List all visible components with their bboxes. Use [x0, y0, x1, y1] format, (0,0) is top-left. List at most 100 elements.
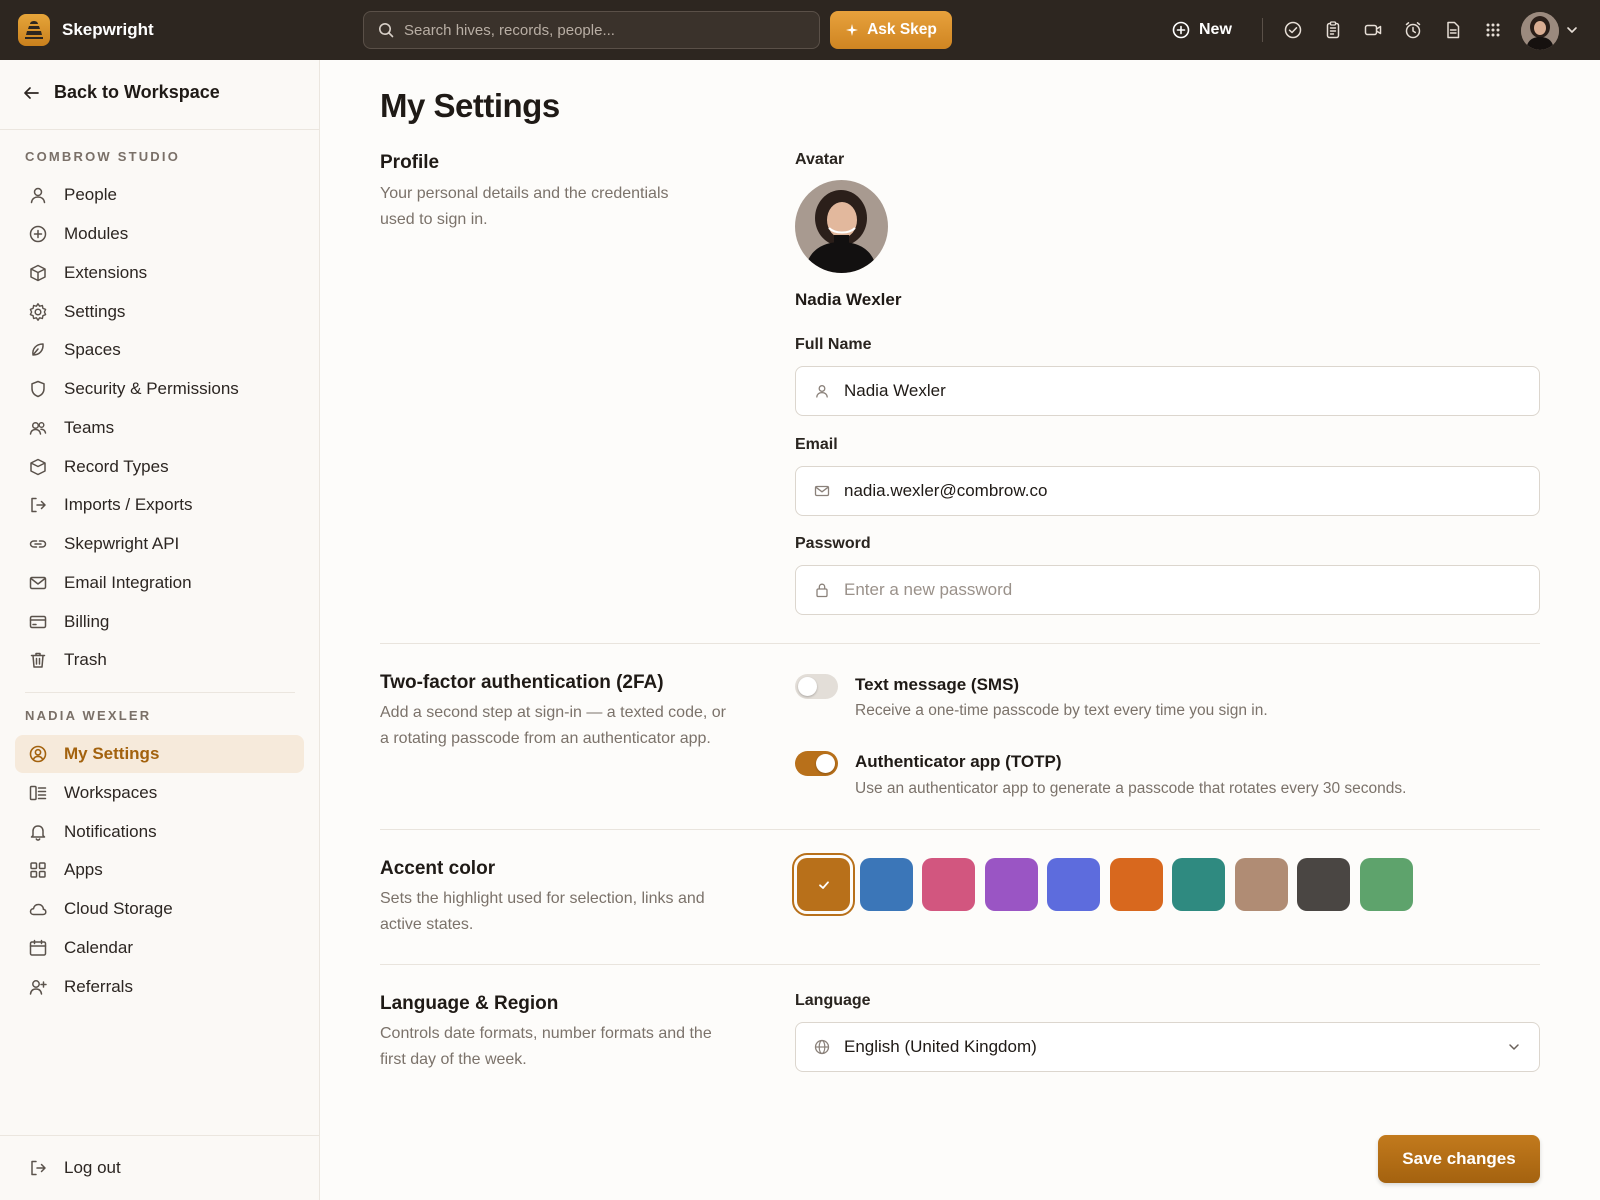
back-to-workspace-label: Back to Workspace — [54, 82, 220, 102]
accent-swatch[interactable] — [1297, 858, 1350, 911]
sidebar-item-label: Settings — [64, 302, 126, 321]
person-icon — [30, 187, 46, 204]
sidebar-item-security[interactable]: Security & Permissions — [15, 370, 304, 408]
logout-icon — [31, 1160, 46, 1176]
sidebar-item-record-types[interactable]: Record Types — [15, 448, 304, 486]
password-field[interactable] — [795, 565, 1540, 615]
sidebar: Back to Workspace COMBROW STUDIO People … — [0, 60, 320, 1200]
trash-icon — [30, 652, 46, 668]
sidebar-item-notifications[interactable]: Notifications — [15, 813, 304, 851]
sidebar-item-calendar[interactable]: Calendar — [15, 929, 304, 967]
logout-button[interactable]: Log out — [15, 1149, 304, 1187]
sidebar-item-imports-exports[interactable]: Imports / Exports — [15, 486, 304, 524]
new-button[interactable]: New — [1172, 16, 1232, 44]
full-name-field[interactable] — [795, 366, 1540, 416]
apps-grid-icon[interactable] — [1483, 20, 1503, 40]
people-icon — [29, 421, 47, 435]
ask-skep-label: Ask Skep — [867, 21, 937, 38]
sidebar-item-label: Apps — [64, 860, 103, 879]
check-circle-icon[interactable] — [1283, 20, 1303, 40]
sms-option-description: Receive a one-time passcode by text ever… — [855, 702, 1268, 719]
save-changes-button[interactable]: Save changes — [1378, 1135, 1540, 1183]
sidebar-item-workspaces[interactable]: Workspaces — [15, 774, 304, 812]
sidebar-item-spaces[interactable]: Spaces — [15, 331, 304, 369]
section-divider — [380, 964, 1540, 965]
email-input[interactable] — [844, 481, 1524, 501]
accent-swatch[interactable] — [859, 858, 913, 911]
sidebar-item-label: Email Integration — [64, 573, 192, 592]
language-select[interactable]: English (United Kingdom) — [795, 1022, 1540, 1072]
user-avatar[interactable] — [1521, 12, 1559, 50]
plus-circle-icon — [29, 225, 47, 243]
leaf-icon — [32, 343, 44, 356]
globe-icon — [814, 1039, 830, 1055]
clipboard-icon[interactable] — [1323, 20, 1343, 40]
sidebar-item-referrals[interactable]: Referrals — [15, 968, 304, 1006]
check-icon — [818, 880, 829, 889]
cloud-icon — [29, 903, 47, 916]
grid-icon — [30, 862, 46, 878]
arrow-left-icon — [24, 86, 39, 99]
accent-swatch[interactable] — [1234, 858, 1288, 911]
totp-2fa-toggle[interactable] — [795, 751, 838, 776]
accent-section-description: Sets the highlight used for selection, l… — [380, 890, 705, 933]
sidebar-item-label: Modules — [64, 224, 129, 243]
plus-circle-icon — [1172, 21, 1190, 39]
accent-swatch[interactable] — [984, 858, 1038, 911]
password-input[interactable] — [844, 580, 1524, 600]
search-input[interactable] — [404, 21, 804, 39]
sidebar-item-email-integration[interactable]: Email Integration — [15, 564, 304, 602]
sidebar-item-billing[interactable]: Billing — [15, 603, 304, 641]
global-search[interactable] — [363, 11, 820, 49]
sidebar-item-apps[interactable]: Apps — [15, 851, 304, 889]
language-value: English (United Kingdom) — [844, 1037, 1037, 1056]
full-name-input[interactable] — [844, 381, 1524, 401]
sidebar-item-api[interactable]: Skepwright API — [15, 525, 304, 563]
sidebar-divider — [25, 692, 295, 693]
back-to-workspace-link[interactable]: Back to Workspace — [22, 82, 220, 103]
accent-swatch[interactable] — [1359, 858, 1413, 911]
sidebar-item-my-settings[interactable]: My Settings — [15, 735, 304, 773]
accent-swatch[interactable] — [1172, 858, 1225, 911]
sidebar-item-modules[interactable]: Modules — [15, 215, 304, 253]
app-name: Skepwright — [62, 20, 154, 39]
profile-section-description: Your personal details and the credential… — [380, 185, 669, 228]
chevron-down-icon[interactable] — [1566, 25, 1578, 35]
brand[interactable]: Skepwright — [18, 14, 154, 46]
user-plus-icon — [29, 980, 47, 995]
gear-icon — [29, 303, 47, 321]
cube-icon — [30, 264, 46, 282]
new-label: New — [1199, 21, 1232, 38]
accent-swatch[interactable] — [792, 853, 855, 916]
link-icon — [29, 540, 47, 548]
person-icon — [816, 385, 828, 398]
ask-skep-button[interactable]: Ask Skep — [830, 11, 952, 49]
export-icon — [31, 497, 46, 513]
email-field[interactable] — [795, 466, 1540, 516]
chevron-down-icon — [1509, 1044, 1519, 1050]
accent-swatch[interactable] — [922, 858, 975, 911]
toolbar-divider — [1262, 18, 1263, 42]
card-icon — [29, 615, 47, 629]
sidebar-item-label: Notifications — [64, 822, 157, 841]
profile-avatar[interactable] — [795, 180, 888, 273]
sidebar-item-people[interactable]: People — [15, 176, 304, 214]
document-icon[interactable] — [1443, 20, 1463, 40]
sidebar-item-settings[interactable]: Settings — [15, 293, 304, 331]
page-title: My Settings — [380, 87, 560, 124]
accent-swatch[interactable] — [1047, 858, 1100, 911]
sidebar-item-cloud-storage[interactable]: Cloud Storage — [15, 890, 304, 928]
sidebar-item-extensions[interactable]: Extensions — [15, 254, 304, 292]
sidebar-divider — [0, 129, 320, 130]
avatar-label: Avatar — [795, 151, 845, 168]
sidebar-item-teams[interactable]: Teams — [15, 409, 304, 447]
profile-display-name: Nadia Wexler — [795, 290, 902, 309]
bell-icon — [30, 825, 46, 841]
sidebar-item-trash[interactable]: Trash — [15, 641, 304, 679]
sms-2fa-toggle[interactable] — [795, 674, 838, 699]
sidebar-divider — [0, 1135, 320, 1136]
alarm-clock-icon[interactable] — [1403, 20, 1423, 40]
video-icon[interactable] — [1363, 20, 1383, 40]
totp-option-title: Authenticator app (TOTP) — [855, 752, 1062, 771]
accent-swatch[interactable] — [1109, 858, 1163, 911]
